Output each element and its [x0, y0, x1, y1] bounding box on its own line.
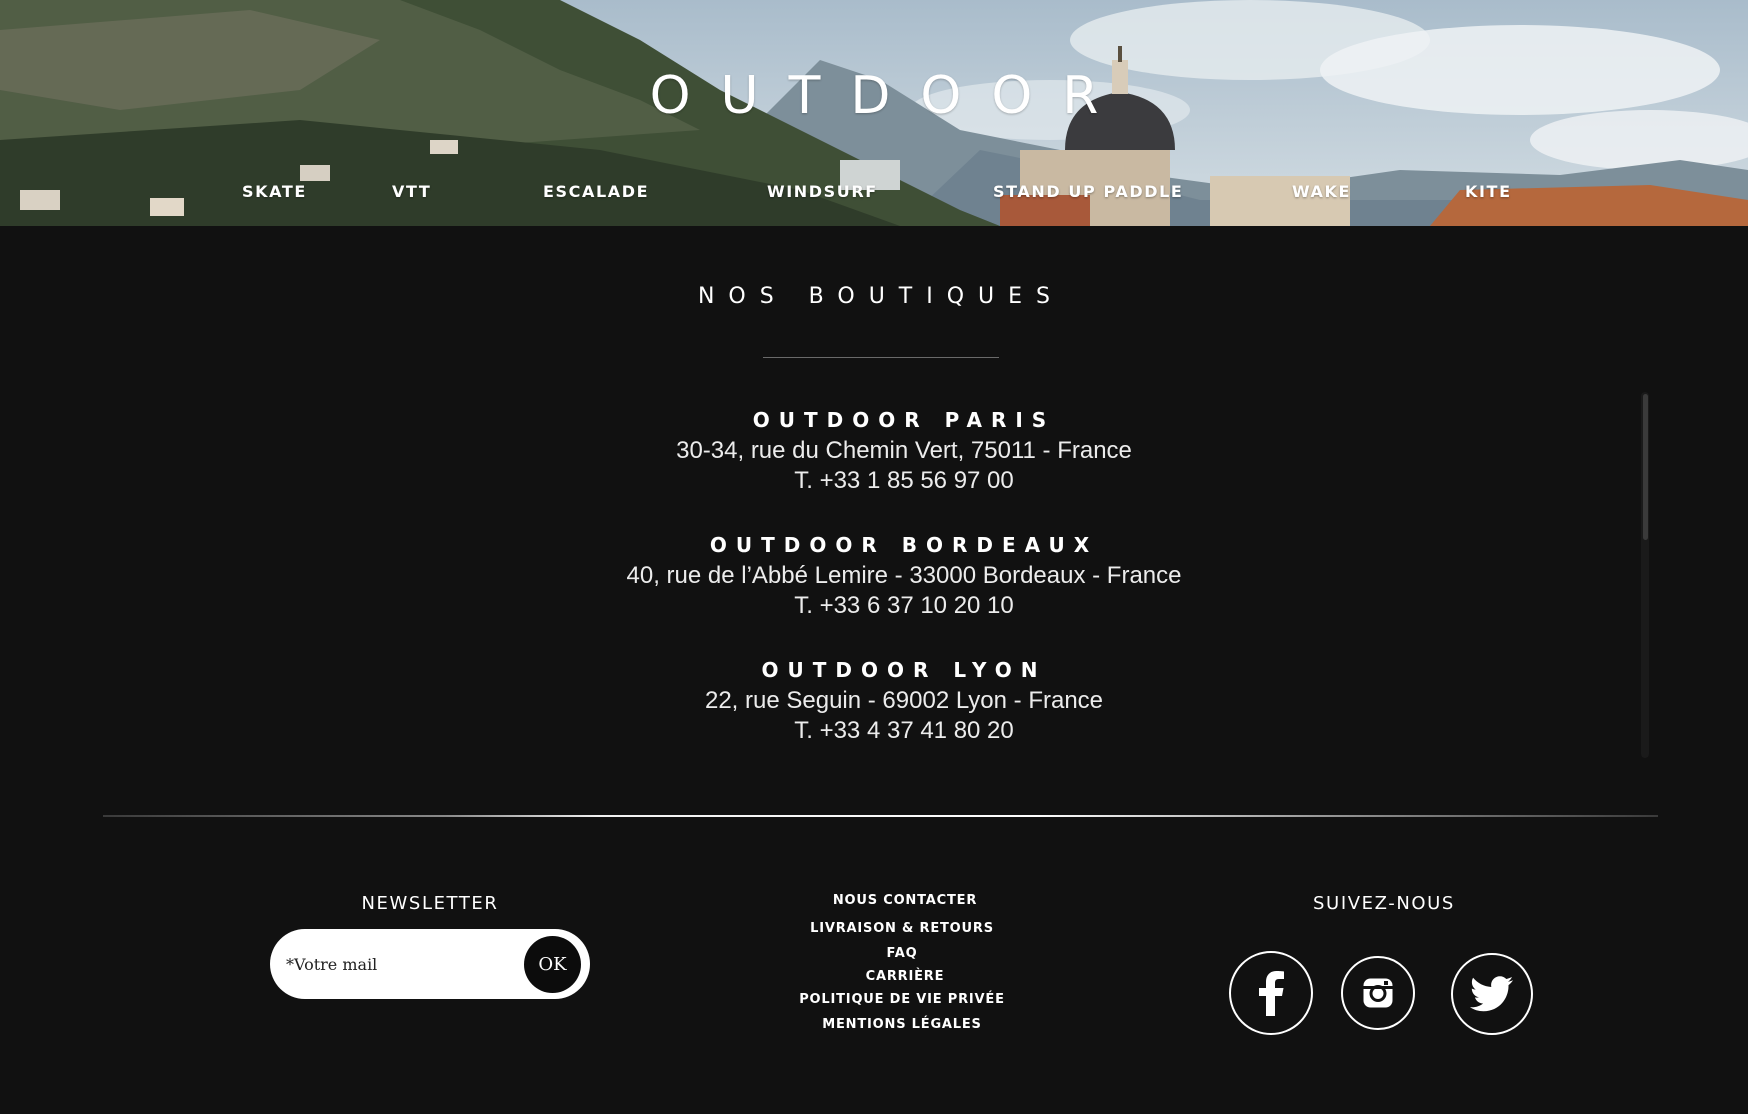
footer-link-contact[interactable]: NOUS CONTACTER: [755, 893, 1055, 908]
nav-item-wake[interactable]: WAKE: [1292, 182, 1351, 201]
nav-item-vtt[interactable]: VTT: [392, 182, 431, 201]
twitter-icon[interactable]: [1451, 953, 1533, 1035]
newsletter-form: OK: [270, 929, 590, 999]
store-name: OUTDOOR LYON: [761, 658, 1047, 682]
store-list-scrollbar-thumb[interactable]: [1643, 394, 1648, 540]
store-phone[interactable]: T. +33 1 85 56 97 00: [0, 466, 1748, 496]
store-item: OUTDOOR BORDEAUX 40, rue de l’Abbé Lemir…: [0, 529, 1748, 654]
store-phone[interactable]: T. +33 6 37 10 20 10: [0, 591, 1748, 621]
section-divider: [763, 357, 999, 358]
store-item: OUTDOOR PARIS 30-34, rue du Chemin Vert,…: [0, 404, 1748, 529]
store-item: OUTDOOR LYON 22, rue Seguin - 69002 Lyon…: [0, 654, 1748, 779]
nav-item-windsurf[interactable]: WINDSURF: [767, 182, 878, 201]
social-title: SUIVEZ-NOUS: [1313, 893, 1455, 914]
nav-item-kite[interactable]: KITE: [1465, 182, 1512, 201]
store-phone[interactable]: T. +33 4 37 41 80 20: [0, 716, 1748, 746]
facebook-icon[interactable]: [1229, 951, 1313, 1035]
nav-item-escalade[interactable]: ESCALADE: [543, 182, 649, 201]
footer-link-privacy-policy[interactable]: POLITIQUE DE VIE PRIVÉE: [752, 992, 1052, 1007]
nav-item-stand-up-paddle[interactable]: STAND UP PADDLE: [993, 182, 1183, 201]
footer-link-shipping-returns[interactable]: LIVRAISON & RETOURS: [752, 921, 1052, 936]
store-name: OUTDOOR PARIS: [752, 408, 1056, 432]
newsletter-email-input[interactable]: [286, 947, 516, 981]
instagram-icon[interactable]: [1341, 956, 1415, 1030]
newsletter-title: NEWSLETTER: [361, 893, 499, 914]
newsletter-submit-button[interactable]: OK: [524, 936, 581, 993]
footer-link-faq[interactable]: FAQ: [752, 946, 1052, 961]
store-address: 40, rue de l’Abbé Lemire - 33000 Bordeau…: [626, 562, 1182, 589]
footer-link-legal-notice[interactable]: MENTIONS LÉGALES: [752, 1017, 1052, 1032]
store-address: 22, rue Seguin - 69002 Lyon - France: [704, 687, 1104, 714]
footer-divider: [103, 815, 1658, 817]
hero-banner: OUTDOOR SKATE VTT ESCALADE WINDSURF STAN…: [0, 0, 1748, 226]
store-address: 30-34, rue du Chemin Vert, 75011 - Franc…: [676, 437, 1132, 464]
section-title: NOS BOUTIQUES: [697, 284, 1065, 309]
site-title[interactable]: OUTDOOR: [0, 66, 1748, 126]
footer-link-careers[interactable]: CARRIÈRE: [755, 969, 1055, 984]
nav-item-skate[interactable]: SKATE: [242, 182, 307, 201]
store-name: OUTDOOR BORDEAUX: [709, 533, 1099, 557]
store-list: OUTDOOR PARIS 30-34, rue du Chemin Vert,…: [0, 404, 1748, 779]
